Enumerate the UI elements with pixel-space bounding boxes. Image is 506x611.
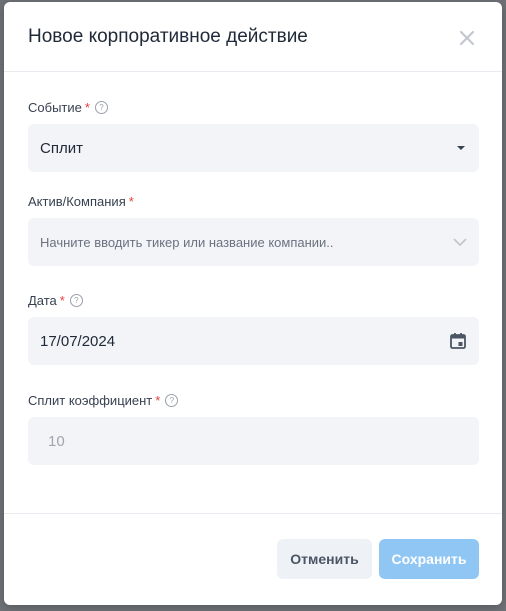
chevron-down-icon bbox=[453, 238, 467, 246]
split-ratio-value: 10 bbox=[48, 432, 65, 450]
event-label-text: Событие bbox=[28, 100, 82, 115]
required-marker: * bbox=[84, 100, 90, 115]
date-label-text: Дата bbox=[28, 293, 57, 308]
calendar-icon[interactable] bbox=[449, 332, 467, 350]
asset-label: Актив/Компания * bbox=[28, 194, 134, 209]
corporate-action-dialog: Новое корпоративное действие Событие * ?… bbox=[4, 2, 502, 605]
required-marker: * bbox=[155, 393, 161, 408]
required-marker: * bbox=[128, 194, 134, 209]
date-label: Дата * ? bbox=[28, 293, 83, 308]
asset-search-placeholder: Начните вводить тикер или название компа… bbox=[40, 234, 334, 250]
help-icon[interactable]: ? bbox=[94, 101, 108, 114]
split-ratio-label: Сплит коэффициент * ? bbox=[28, 393, 179, 408]
split-ratio-input[interactable]: 10 bbox=[28, 417, 479, 465]
asset-label-text: Актив/Компания bbox=[28, 194, 126, 209]
asset-search-input[interactable]: Начните вводить тикер или название компа… bbox=[28, 218, 479, 266]
dialog-header: Новое корпоративное действие bbox=[4, 2, 502, 72]
cancel-button[interactable]: Отменить bbox=[277, 539, 372, 579]
event-select-value: Сплит bbox=[40, 139, 83, 157]
date-input[interactable]: 17/07/2024 bbox=[28, 317, 479, 365]
event-label: Событие * ? bbox=[28, 100, 108, 115]
close-button[interactable] bbox=[456, 27, 478, 49]
close-icon bbox=[459, 30, 475, 46]
dialog-title: Новое корпоративное действие bbox=[28, 26, 308, 47]
caret-down-icon bbox=[457, 146, 465, 150]
split-ratio-label-text: Сплит коэффициент bbox=[28, 393, 153, 408]
help-icon[interactable]: ? bbox=[165, 394, 179, 407]
event-select[interactable]: Сплит bbox=[28, 124, 479, 172]
dialog-footer: Отменить Сохранить bbox=[4, 513, 502, 605]
help-icon[interactable]: ? bbox=[69, 294, 83, 307]
date-input-value: 17/07/2024 bbox=[40, 332, 116, 350]
save-button[interactable]: Сохранить bbox=[379, 539, 479, 579]
required-marker: * bbox=[59, 293, 65, 308]
